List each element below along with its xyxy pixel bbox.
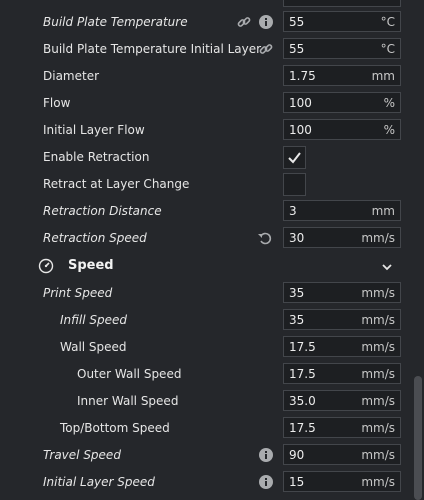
checkmark-icon [288,152,301,164]
field-unit: mm [371,69,395,83]
field-value: 35 [289,313,305,327]
wall-speed-input[interactable]: 17.5 mm/s [283,336,401,357]
section-title: Speed [68,258,114,273]
setting-label: Retract at Layer Change [43,177,190,191]
scrollbar[interactable] [410,0,424,500]
setting-label: Infill Speed [60,313,127,327]
field-unit: % [383,123,395,137]
link-icon[interactable] [236,14,252,30]
field-value: 55 [289,42,305,56]
setting-label: Diameter [43,69,100,83]
info-icon[interactable] [258,447,274,463]
field-unit: mm/s [361,421,395,435]
setting-label: Inner Wall Speed [77,394,179,408]
setting-row-top-bottom-speed: Top/Bottom Speed 17.5 mm/s [0,415,410,442]
field-value: 100 [289,123,312,137]
reset-icon[interactable] [257,230,273,246]
section-header-speed[interactable]: Speed [0,253,410,280]
field-value: 1.75 [289,69,316,83]
setting-row-inner-wall-speed: Inner Wall Speed 35.0 mm/s [0,388,410,415]
field-unit: mm/s [361,448,395,462]
setting-row-retract-at-layer-change: Retract at Layer Change [0,171,410,198]
info-icon[interactable] [258,474,274,490]
setting-row-retraction-distance: Retraction Distance 3 mm [0,198,410,225]
setting-label: Outer Wall Speed [77,367,182,381]
link-icon[interactable] [258,41,274,57]
setting-label: Initial Layer Speed [43,475,155,489]
setting-row-retraction-speed: Retraction Speed 30 mm/s [0,225,410,252]
speedometer-icon [38,258,54,274]
top-bottom-speed-input[interactable]: 17.5 mm/s [283,417,401,438]
setting-label: Retraction Distance [43,204,162,218]
field-unit: °C [380,42,395,56]
info-icon[interactable] [258,14,274,30]
field-unit: °C [380,15,395,29]
setting-label: Print Speed [43,286,113,300]
field-value: 30 [289,231,305,245]
travel-speed-input[interactable]: 90 mm/s [283,444,401,465]
field-value: 55 [289,15,305,29]
setting-row-initial-layer-speed: Initial Layer Speed 15 mm/s [0,469,410,496]
setting-label: Top/Bottom Speed [60,421,170,435]
field-value: 3 [289,204,297,218]
field-unit: mm/s [361,231,395,245]
field-unit: mm/s [361,340,395,354]
retraction-speed-input[interactable]: 30 mm/s [283,227,401,248]
field-value: 100 [289,96,312,110]
setting-row-wall-speed: Wall Speed 17.5 mm/s [0,334,410,361]
field-value: 17.5 [289,340,316,354]
setting-label: Enable Retraction [43,150,150,164]
setting-row-initial-layer-flow: Initial Layer Flow 100 % [0,117,410,144]
field-value: 15 [289,475,305,489]
field-unit: mm [371,204,395,218]
flow-input[interactable]: 100 % [283,92,401,113]
setting-label: Build Plate Temperature [43,15,188,29]
setting-label: Build Plate Temperature Initial Layer [43,42,262,56]
setting-row-diameter: Diameter 1.75 mm [0,63,410,90]
print-speed-input[interactable]: 35 mm/s [283,282,401,303]
partial-field[interactable] [283,0,401,7]
field-unit: mm/s [361,313,395,327]
infill-speed-input[interactable]: 35 mm/s [283,309,401,330]
initial-layer-flow-input[interactable]: 100 % [283,119,401,140]
setting-row-build-plate-temperature: Build Plate Temperature 55 °C [0,9,410,36]
outer-wall-speed-input[interactable]: 17.5 mm/s [283,363,401,384]
setting-label: Retraction Speed [43,231,147,245]
setting-row-flow: Flow 100 % [0,90,410,117]
field-unit: mm/s [361,367,395,381]
field-unit: mm/s [361,394,395,408]
setting-label: Travel Speed [43,448,121,462]
setting-row-outer-wall-speed: Outer Wall Speed 17.5 mm/s [0,361,410,388]
inner-wall-speed-input[interactable]: 35.0 mm/s [283,390,401,411]
setting-row-travel-speed: Travel Speed 90 mm/s [0,442,410,469]
setting-row-enable-retraction: Enable Retraction [0,144,410,171]
retraction-distance-input[interactable]: 3 mm [283,200,401,221]
field-value: 17.5 [289,367,316,381]
field-unit: % [383,96,395,110]
field-value: 17.5 [289,421,316,435]
field-unit: mm/s [361,475,395,489]
setting-label: Flow [43,96,71,110]
field-unit: mm/s [361,286,395,300]
field-value: 35.0 [289,394,316,408]
diameter-input[interactable]: 1.75 mm [283,65,401,86]
retract-at-layer-change-checkbox[interactable] [283,173,306,196]
setting-row-print-speed: Print Speed 35 mm/s [0,280,410,307]
setting-label: Initial Layer Flow [43,123,145,137]
field-value: 35 [289,286,305,300]
initial-layer-speed-input[interactable]: 15 mm/s [283,471,401,492]
scrollbar-thumb[interactable] [414,376,422,500]
setting-row-build-plate-temperature-initial-layer: Build Plate Temperature Initial Layer 55… [0,36,410,63]
chevron-down-icon[interactable] [379,259,395,275]
enable-retraction-checkbox[interactable] [283,146,306,169]
build-plate-temperature-input[interactable]: 55 °C [283,11,401,32]
setting-row-infill-speed: Infill Speed 35 mm/s [0,307,410,334]
build-plate-temperature-initial-layer-input[interactable]: 55 °C [283,38,401,59]
setting-label: Wall Speed [60,340,127,354]
field-value: 90 [289,448,305,462]
